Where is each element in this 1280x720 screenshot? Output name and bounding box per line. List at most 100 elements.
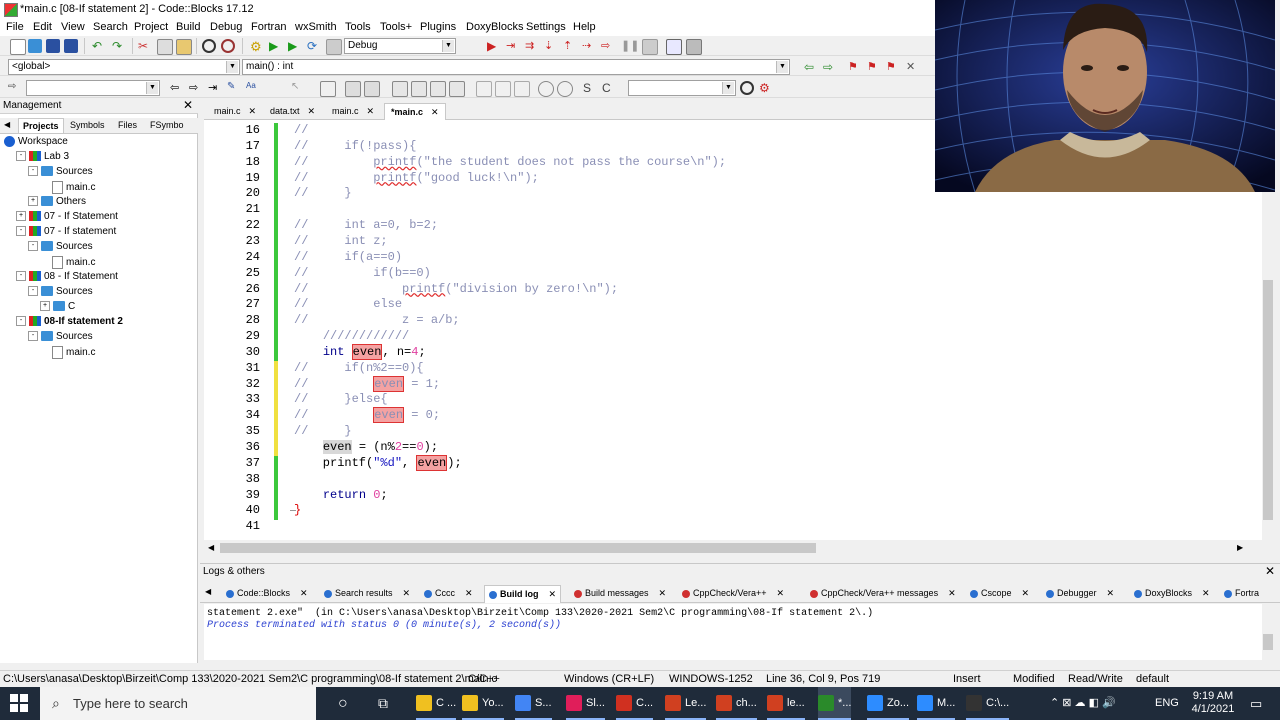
log-tab[interactable]: Build messages ✕ [570,585,670,603]
debug-next-icon[interactable]: ⇉ [525,39,539,53]
log-tab[interactable]: Cccc ✕ [420,585,477,603]
build-and-run-icon[interactable]: ▶ [288,39,302,53]
log-tab[interactable]: Search results ✕ [320,585,414,603]
code-line[interactable]: // else [294,297,402,311]
build-icon[interactable]: ⚙ [250,39,264,54]
menu-help[interactable]: Help [573,21,596,33]
undo-icon[interactable]: ↶ [92,39,106,53]
tree-item[interactable]: + C [40,301,75,316]
tree-item[interactable]: - Sources [28,241,93,256]
abort-icon[interactable] [326,39,342,55]
code-line[interactable]: int even, n=4; [294,343,426,360]
menu-search[interactable]: Search [93,21,128,33]
align-icon[interactable] [411,81,427,97]
scroll-thumb[interactable] [1263,634,1273,650]
stop-debug-icon[interactable] [642,39,658,55]
insert-icon[interactable]: ⇥ [208,81,222,95]
tabs-left-arrow-icon[interactable]: ◀ [205,587,211,596]
scroll-left-icon[interactable]: ◀ [208,543,214,552]
align-icon[interactable] [449,81,465,97]
code-line[interactable]: // } [294,186,352,200]
tab-projects[interactable]: Projects [18,118,64,134]
tabs-left-arrow-icon[interactable]: ◀ [4,120,10,129]
tree-item[interactable]: +07 - If Statement [16,211,118,226]
editor-tab[interactable]: main.c ✕ [326,103,380,120]
close-icon[interactable]: ✕ [1265,564,1275,578]
language-indicator[interactable]: ENG [1155,687,1179,720]
shape-icon[interactable] [514,81,530,97]
code-line[interactable]: // even = 0; [294,407,440,424]
taskbar-app[interactable]: Sl... [566,687,605,720]
taskbar-app[interactable]: Yo... [462,687,504,720]
symbol-search-field[interactable]: ▼ [26,80,160,96]
tree-item[interactable]: main.c [40,256,95,271]
code-line[interactable]: // [294,123,308,137]
close-icon[interactable]: ✕ [431,107,439,117]
close-icon[interactable]: ✕ [659,588,667,598]
start-button[interactable] [10,687,32,720]
close-icon[interactable]: ✕ [1022,588,1030,598]
clock[interactable]: 9:19 AM 4/1/2021 [1188,687,1238,720]
find-icon[interactable] [740,81,754,95]
code-line[interactable]: return 0; [294,488,388,502]
code-line[interactable]: //////////// [294,329,409,343]
paste-icon[interactable] [176,39,192,55]
editor-tab[interactable]: main.c ✕ [208,103,262,120]
comment-icon[interactable]: ✎ [227,81,241,95]
nav-forward-icon[interactable]: ⇨ [189,81,203,95]
tree-item[interactable]: main.c [40,346,95,361]
code-line[interactable]: // }else{ [294,392,388,406]
menu-doxyblocks[interactable]: DoxyBlocks [466,21,523,33]
menu-wxsmith[interactable]: wxSmith [295,21,337,33]
debug-step-instruction-icon[interactable]: ⇨ [601,39,615,53]
save-all-icon[interactable] [64,39,78,53]
shape-icon[interactable] [495,81,511,97]
menu-view[interactable]: View [61,21,85,33]
collapse-icon[interactable]: - [16,151,26,162]
menu-tools[interactable]: Tools+ [380,21,412,33]
notification-icon[interactable]: ▭ [1250,687,1262,720]
format-icon[interactable] [364,81,380,97]
close-icon[interactable]: ✕ [308,106,316,116]
align-icon[interactable] [430,81,446,97]
collapse-icon[interactable]: - [28,241,38,252]
logs-vertical-scrollbar[interactable] [1262,604,1274,660]
rebuild-icon[interactable]: ⟳ [307,39,321,53]
collapse-icon[interactable]: - [16,316,26,327]
taskbar-search[interactable]: ⌕ Type here to search [40,687,316,720]
cortana-icon[interactable]: ○ [338,687,356,720]
close-icon[interactable]: ✕ [403,588,411,598]
s-icon[interactable]: S [583,81,597,95]
debug-step-icon[interactable]: ⇥ [506,39,520,53]
code-line[interactable]: // int z; [294,234,388,248]
tree-item[interactable]: Workspace [4,136,68,151]
code-line[interactable]: even = (n%2==0); [294,440,438,454]
menu-edit[interactable]: Edit [33,21,52,33]
close-icon[interactable]: ✕ [465,588,473,598]
log-tab[interactable]: Fortra [1220,585,1263,603]
pointer-icon[interactable]: ↖ [291,81,305,95]
taskbar-app[interactable]: S... [515,687,552,720]
code-line[interactable]: // if(a==0) [294,250,402,264]
redo-icon[interactable]: ↷ [112,39,126,53]
expand-icon[interactable]: + [28,196,38,207]
cut-icon[interactable]: ✂ [138,39,152,53]
abc-icon[interactable]: Aa [246,81,260,95]
log-tab[interactable]: Debugger ✕ [1042,585,1118,603]
pause-icon[interactable]: ❚❚ [621,39,639,53]
menu-file[interactable]: File [6,21,24,33]
close-icon[interactable]: ✕ [777,588,785,598]
collapse-icon[interactable]: - [28,331,38,342]
task-view-icon[interactable]: ⧉ [378,687,396,720]
debug-step-into-icon[interactable]: ⇣ [544,39,558,53]
close-icon[interactable]: ✕ [367,106,375,116]
bookmark-next-icon[interactable]: ⚑ [886,60,900,74]
bookmark-toggle-icon[interactable]: ⚑ [848,60,862,74]
taskbar-app[interactable]: *... [818,687,852,720]
shape-icon[interactable] [476,81,492,97]
tree-item[interactable]: - 08-If statement 2 [16,316,123,331]
taskbar-app[interactable]: C ... [416,687,457,720]
menu-project[interactable]: Project [134,21,168,33]
close-icon[interactable]: ✕ [1202,588,1210,598]
search-combo[interactable]: ▼ [628,80,736,96]
